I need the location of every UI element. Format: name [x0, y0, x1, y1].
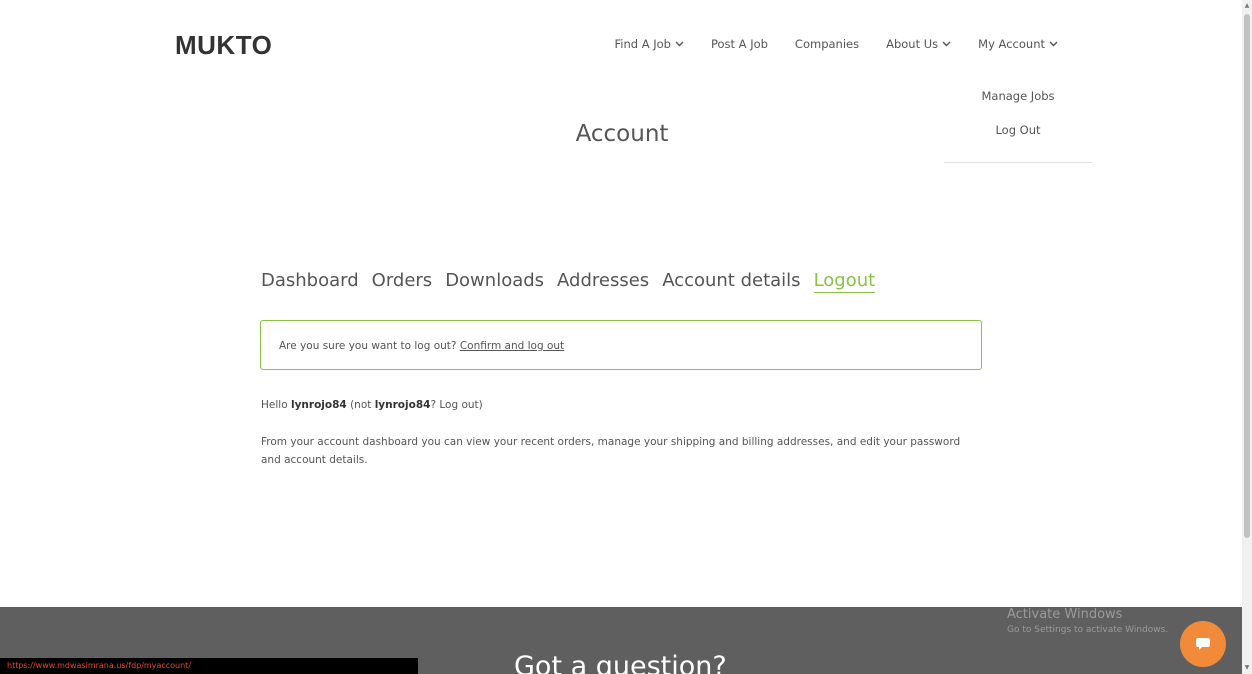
notice-text: Are you sure you want to log out? Confir… [279, 340, 564, 352]
tab-logout[interactable]: Logout [813, 270, 876, 293]
windows-activation-watermark: Activate Windows Go to Settings to activ… [1007, 607, 1168, 635]
nav-find-a-job[interactable]: Find A Job [614, 37, 684, 51]
tab-addresses[interactable]: Addresses [557, 270, 649, 293]
tab-account-details[interactable]: Account details [662, 270, 800, 293]
greeting-middle: (not [350, 399, 372, 411]
scrollbar-thumb[interactable] [1244, 14, 1250, 538]
greeting-text: Hello lynrojo84 (not lynrojo84? Log out) [261, 399, 483, 411]
footer-heading: Got a question? [514, 651, 727, 674]
page-title: Account [575, 121, 669, 147]
logout-confirm-notice: Are you sure you want to log out? Confir… [260, 320, 982, 370]
scroll-up-arrow-icon[interactable]: ▲ [1242, 0, 1252, 12]
chat-button[interactable] [1180, 621, 1226, 667]
activation-subtitle: Go to Settings to activate Windows. [1007, 625, 1169, 635]
chevron-down-icon [1049, 41, 1058, 47]
chat-icon [1196, 638, 1210, 650]
confirm-logout-link[interactable]: Confirm and log out [460, 340, 564, 352]
nav-about-us[interactable]: About Us [886, 37, 951, 51]
scrollbar[interactable]: ▲ ▼ [1242, 0, 1252, 674]
tab-orders[interactable]: Orders [372, 270, 433, 293]
nav-companies[interactable]: Companies [795, 37, 859, 51]
dashboard-description: From your account dashboard you can view… [261, 436, 961, 466]
scroll-down-arrow-icon[interactable]: ▼ [1242, 662, 1252, 674]
nav-about-us-label: About Us [886, 37, 939, 51]
tab-downloads[interactable]: Downloads [445, 270, 544, 293]
status-bar-url: https://www.mdwasimrana.us/fdp/myaccount… [0, 658, 418, 674]
nav-post-a-job-label: Post A Job [710, 37, 768, 51]
username: lynrojo84 [290, 399, 347, 411]
nav-my-account[interactable]: My Account [978, 37, 1058, 51]
chevron-down-icon [942, 41, 951, 47]
greeting-logout-suffix[interactable]: ? Log out) [430, 399, 482, 411]
nav-my-account-label: My Account [978, 37, 1045, 51]
account-navigation: Dashboard Orders Downloads Addresses Acc… [261, 270, 876, 293]
main-nav: Find A Job Post A Job Companies About Us… [614, 37, 1058, 51]
activation-title: Activate Windows [1007, 607, 1123, 622]
nav-companies-label: Companies [794, 37, 860, 51]
notice-message: Are you sure you want to log out? [279, 340, 457, 352]
tab-dashboard[interactable]: Dashboard [261, 270, 359, 293]
username-repeat: lynrojo84 [374, 399, 431, 411]
greeting-prefix: Hello [261, 399, 288, 411]
nav-find-a-job-label: Find A Job [614, 37, 671, 51]
menu-item-manage-jobs[interactable]: Manage Jobs [944, 89, 1092, 103]
footer: Activate Windows Go to Settings to activ… [0, 607, 1242, 674]
site-logo[interactable]: MUKTO [175, 30, 272, 61]
chevron-down-icon [675, 41, 684, 47]
nav-post-a-job[interactable]: Post A Job [711, 37, 768, 51]
